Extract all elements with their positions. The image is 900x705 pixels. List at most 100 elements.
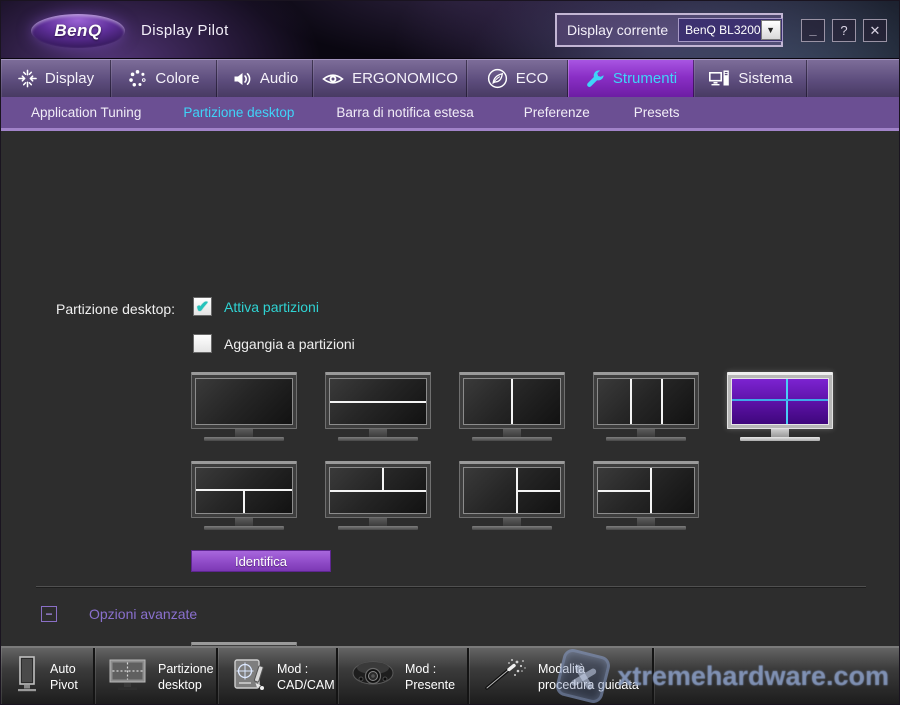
partition-line	[330, 490, 426, 493]
content-area: Partizione desktop: ✔ Attiva partizioni …	[1, 131, 899, 704]
monitor-frame	[727, 372, 833, 429]
snap-partitions-label: Aggangia a partizioni	[224, 335, 355, 352]
monitor-stand	[637, 429, 655, 437]
footer-modalita-guidata[interactable]: Modalità procedura guidata	[469, 648, 654, 704]
display-dropdown-value: BenQ BL3200	[685, 23, 761, 37]
monitor-base	[204, 437, 284, 441]
close-button[interactable]: ✕	[863, 19, 887, 42]
monitor-screen	[329, 378, 427, 425]
monitor-stand	[503, 518, 521, 526]
window-controls: _ ? ✕	[801, 19, 887, 42]
wrench-icon	[585, 69, 605, 89]
footer-label: Mod : Presente	[405, 661, 456, 692]
monitor-screen	[195, 467, 293, 514]
tab-audio[interactable]: Audio	[217, 60, 313, 97]
footer-partizione-desktop[interactable]: Partizione desktop	[95, 648, 218, 704]
tab-ergonomico[interactable]: ERGONOMICO	[313, 60, 467, 97]
partition-layout-top-split-bottom-full[interactable]	[325, 461, 431, 530]
tab-display[interactable]: Display	[1, 60, 111, 97]
monitor-base	[472, 526, 552, 530]
monitor-frame	[459, 461, 565, 518]
partition-line	[785, 379, 788, 424]
tab-eco[interactable]: ECO	[467, 60, 568, 97]
monitor-screen	[597, 378, 695, 425]
monitor-screen	[731, 378, 829, 425]
enable-partitions-checkbox[interactable]: ✔	[193, 297, 212, 316]
enable-partitions-label: Attiva partizioni	[224, 298, 319, 315]
help-button[interactable]: ?	[832, 19, 856, 42]
snap-partitions-checkbox[interactable]	[193, 334, 212, 353]
benq-logo: BenQ	[31, 14, 125, 48]
partition-layout-grid-2x2[interactable]	[727, 372, 833, 441]
partition-layout-left-split-right-full[interactable]	[593, 461, 699, 530]
footer-mode-bar: Auto Pivot Partizione desktop Mod: CAD/…	[1, 646, 899, 704]
tab-strumenti[interactable]: Strumenti	[568, 60, 694, 97]
enable-partitions-row: ✔ Attiva partizioni	[193, 297, 319, 316]
partition-line	[629, 379, 632, 424]
advanced-options-toggle[interactable]: − Opzioni avanzate	[41, 606, 197, 622]
display-dropdown[interactable]: BenQ BL3200 ▼	[678, 18, 783, 42]
partition-section-label: Partizione desktop:	[56, 301, 176, 317]
tab-colore[interactable]: Colore	[111, 60, 217, 97]
subtab-application-tuning[interactable]: Application Tuning	[17, 105, 155, 120]
partition-layout-top-full-bottom-split[interactable]	[191, 461, 297, 530]
partition-line	[243, 489, 245, 513]
partition-line	[516, 489, 560, 492]
partition-layout-two-rows[interactable]	[325, 372, 431, 441]
compress-icon	[18, 69, 37, 88]
eye-icon	[322, 70, 344, 88]
footer-auto-pivot[interactable]: Auto Pivot	[1, 648, 95, 704]
partition-layout-single[interactable]	[191, 372, 297, 441]
partition-line	[330, 400, 426, 403]
monitor-frame	[593, 461, 699, 518]
monitor-base	[740, 437, 820, 441]
tab-label: ERGONOMICO	[352, 70, 458, 87]
partition-layout-two-columns[interactable]	[459, 372, 565, 441]
monitor-screen	[329, 467, 427, 514]
footer-label: Mod : CAD/CAM	[277, 661, 335, 692]
minimize-button[interactable]: _	[801, 19, 825, 42]
monitor-frame	[325, 461, 431, 518]
monitor-stand	[235, 518, 253, 526]
footer-filler	[654, 648, 899, 704]
partition-line	[381, 468, 384, 492]
tab-label: Colore	[155, 70, 200, 87]
speaker-icon	[232, 69, 252, 89]
chevron-down-icon[interactable]: ▼	[760, 20, 781, 40]
desktop-partition-icon	[108, 656, 148, 699]
subtab-presets[interactable]: Presets	[620, 105, 694, 120]
partition-layout-three-columns[interactable]	[593, 372, 699, 441]
footer-label: Auto Pivot	[50, 661, 78, 692]
subtab-preferenze[interactable]: Preferenze	[510, 105, 604, 120]
monitor-frame	[459, 372, 565, 429]
footer-mod-cadcam[interactable]: Mod : CAD/CAM	[218, 648, 338, 704]
cad-cam-icon	[231, 656, 267, 699]
monitor-base	[204, 526, 284, 530]
subtab-barra-notifica[interactable]: Barra di notifica estesa	[322, 105, 487, 120]
auto-pivot-icon	[14, 655, 40, 700]
collapse-icon[interactable]: −	[41, 606, 57, 622]
monitor-screen	[597, 467, 695, 514]
partition-line	[598, 489, 651, 492]
section-divider	[36, 586, 866, 587]
brand-text: BenQ	[54, 21, 102, 40]
monitor-base	[338, 526, 418, 530]
display-selector-label: Display corrente	[567, 22, 669, 38]
snap-partitions-row: Aggangia a partizioni	[193, 334, 355, 353]
identify-button[interactable]: Identifica	[191, 550, 331, 572]
subtab-partizione-desktop[interactable]: Partizione desktop	[169, 105, 308, 120]
dot-circle-icon	[128, 69, 147, 88]
footer-mod-presente[interactable]: Mod : Presente	[338, 648, 469, 704]
monitor-frame	[593, 372, 699, 429]
monitor-stand	[369, 518, 387, 526]
monitor-screen	[463, 378, 561, 425]
footer-label: Partizione desktop	[158, 661, 214, 692]
tab-sistema[interactable]: Sistema	[694, 60, 807, 97]
partition-line	[661, 379, 664, 424]
monitor-stand	[503, 429, 521, 437]
footer-label: Modalità procedura guidata	[538, 661, 639, 692]
monitor-base	[606, 526, 686, 530]
monitor-screen	[463, 467, 561, 514]
partition-layout-left-full-right-split[interactable]	[459, 461, 565, 530]
advanced-options-label: Opzioni avanzate	[89, 606, 198, 622]
